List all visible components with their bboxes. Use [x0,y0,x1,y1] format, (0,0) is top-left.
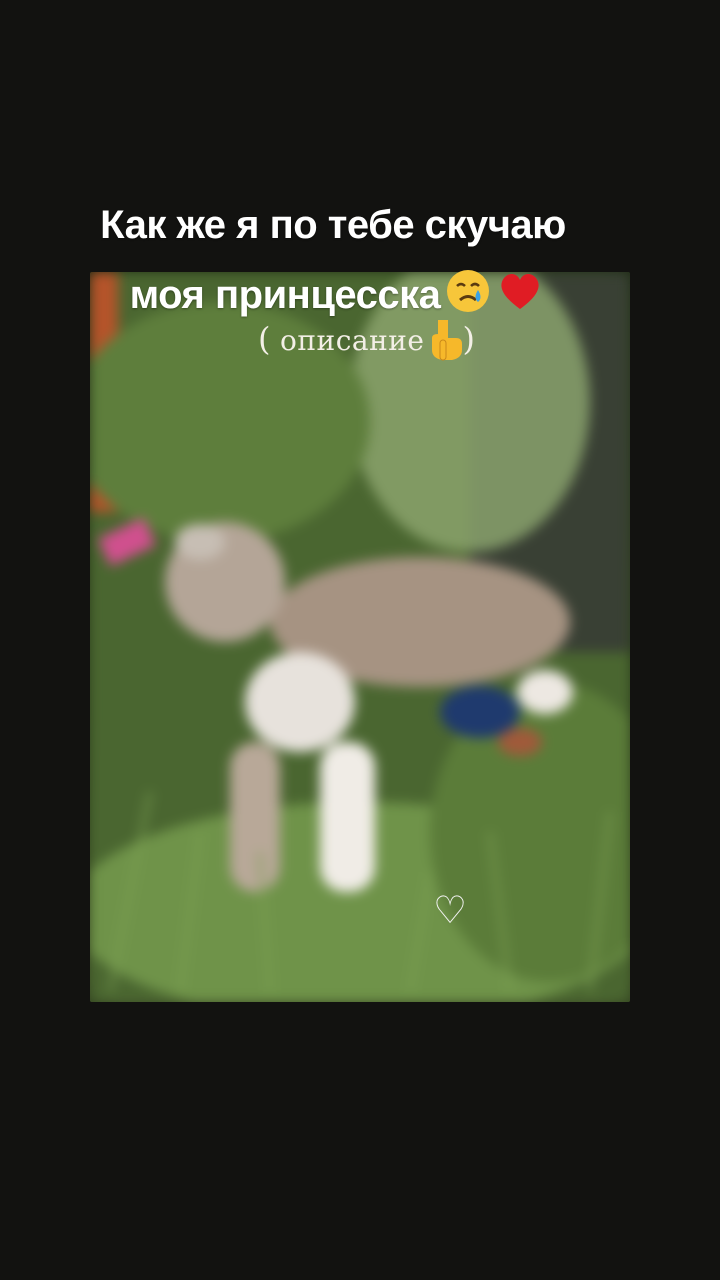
crying-face-icon [447,270,490,312]
close-paren: ) [462,320,475,358]
cat-photo: ♡ [90,272,630,1002]
description-label: описание [280,324,425,357]
caption-line-2: моя принцесска [129,273,441,317]
caption-line-1: Как же я по тебе скучаю [100,203,566,247]
description-hint: ( описание ) [258,314,528,364]
cat-in-grass-image [90,272,630,1002]
outline-heart-icon: ♡ [432,888,468,932]
story-caption: Как же я по тебе скучаю моя принцесска [0,190,660,330]
red-heart-icon [501,273,540,309]
open-paren: ( [258,320,271,358]
